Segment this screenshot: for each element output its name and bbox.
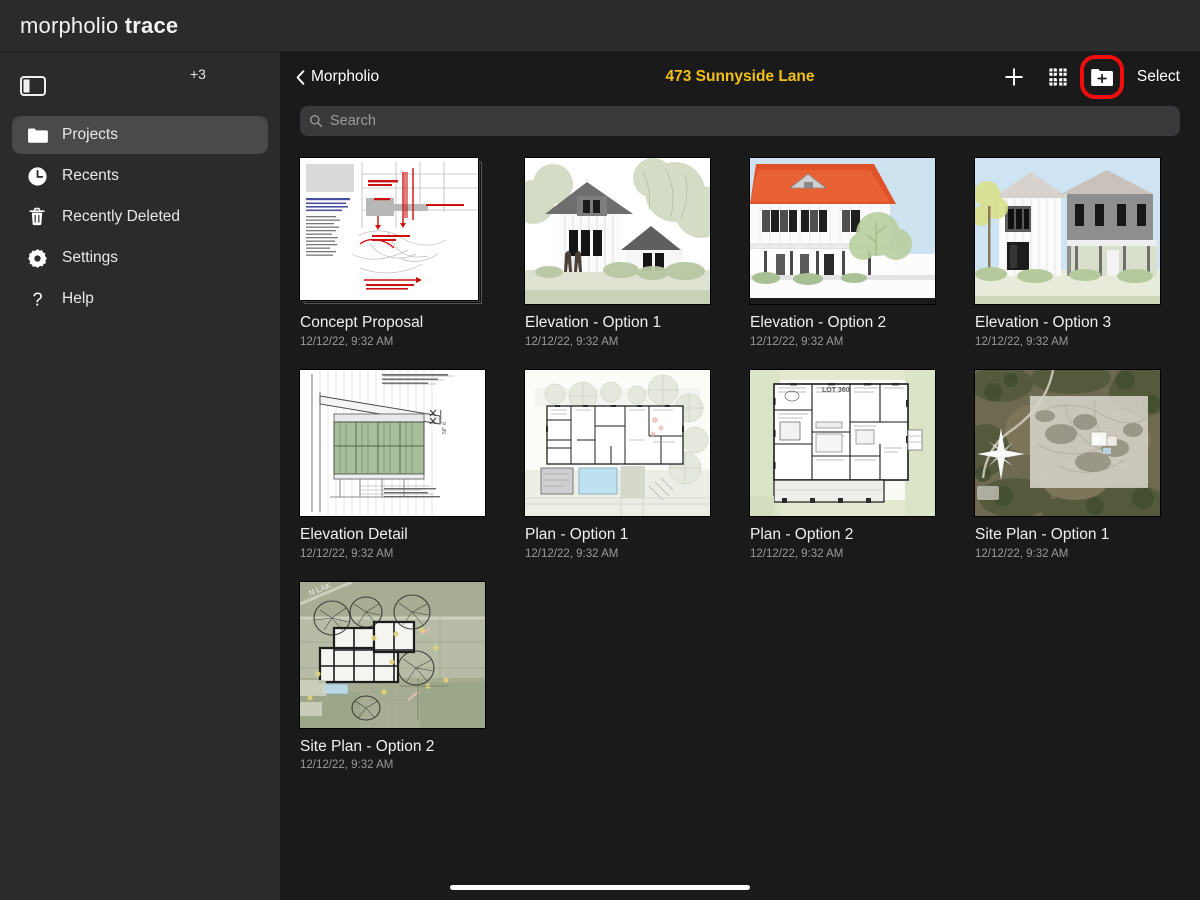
thumbnail-box: N LAK [300,582,485,728]
grid-item-date: 12/12/22, 9:32 AM [525,336,710,348]
toolbar-actions: Select [1001,64,1180,90]
thumbnail-box [525,370,710,516]
grid-item[interactable]: Site Plan - Option 1 12/12/22, 9:32 AM [975,370,1160,560]
grid-item-title: Concept Proposal [300,314,485,332]
new-folder-icon[interactable] [1089,64,1115,90]
sidebar-item-help[interactable]: ? Help [12,280,268,318]
sidebar-item-recently-deleted[interactable]: Recently Deleted [12,198,268,236]
grid-item[interactable]: N LAK [300,582,485,772]
grid-item-title: Site Plan - Option 2 [300,738,485,756]
grid-view-icon[interactable] [1045,64,1071,90]
svg-text:58" cl.: 58" cl. [442,420,448,434]
search-placeholder: Search [330,113,376,129]
grid-item[interactable]: +3 Concept Proposal 12/12/22, 9:32 AM [300,158,485,348]
search-row: Search [280,102,1200,136]
search-input[interactable]: Search [300,106,1180,136]
grid-item-title: Elevation - Option 1 [525,314,710,332]
svg-text:LOT 360: LOT 360 [822,387,850,394]
grid-item[interactable]: LOT 360 [750,370,935,560]
gear-icon [26,247,48,269]
grid-item-title: Elevation Detail [300,526,485,544]
thumbnail-site-plan-1 [975,370,1160,516]
project-grid: +3 Concept Proposal 12/12/22, 9:32 AM [300,158,1180,771]
sidebar-item-label: Help [62,291,94,307]
grid-item[interactable]: Elevation - Option 1 12/12/22, 9:32 AM [525,158,710,348]
grid-item[interactable]: Elevation - Option 3 12/12/22, 9:32 AM [975,158,1160,348]
grid-item-date: 12/12/22, 9:32 AM [525,548,710,560]
back-label: Morpholio [311,68,379,86]
sidebar-item-projects[interactable]: Projects [12,116,268,154]
grid-item-date: 12/12/22, 9:32 AM [300,336,485,348]
thumbnail-box [750,158,935,304]
grid-item-date: 12/12/22, 9:32 AM [975,336,1160,348]
sidebar-item-label: Recents [62,168,119,184]
sidebar-item-recents[interactable]: Recents [12,157,268,195]
thumbnail-box: LOT 360 [750,370,935,516]
sidebar-item-settings[interactable]: Settings [12,239,268,277]
grid-scroll-area[interactable]: +3 Concept Proposal 12/12/22, 9:32 AM [280,136,1200,900]
grid-item-title: Plan - Option 2 [750,526,935,544]
brand-light: morpholio [20,13,118,38]
thumbnail-box [300,158,485,304]
brand-bold: trace [125,13,179,38]
thumbnail-elevation-2 [750,158,935,304]
sidebar-item-label: Settings [62,250,118,266]
chevron-left-icon [296,70,305,85]
sidebar-item-label: Recently Deleted [62,209,180,225]
clock-icon [26,165,48,187]
grid-item-date: 12/12/22, 9:32 AM [300,548,485,560]
grid-item-date: 12/12/22, 9:32 AM [300,759,485,771]
grid-item[interactable]: Plan - Option 1 12/12/22, 9:32 AM [525,370,710,560]
thumbnail-box [525,158,710,304]
folder-icon [26,124,48,146]
question-icon: ? [26,288,48,310]
toolbar: Morpholio 473 Sunnyside Lane [280,52,1200,102]
thumbnail-box [975,158,1160,304]
select-button[interactable]: Select [1137,68,1180,86]
thumbnail-box [975,370,1160,516]
thumbnail-plan-2: LOT 360 [750,370,935,516]
app-window: morpholio trace [0,0,1200,900]
trash-icon [26,206,48,228]
thumbnail-plan-1 [525,370,710,516]
grid-item-title: Site Plan - Option 1 [975,526,1160,544]
grid-item-date: 12/12/22, 9:32 AM [750,548,935,560]
app-header: morpholio trace [0,0,1200,52]
main-content: Morpholio 473 Sunnyside Lane [280,52,1200,900]
sidebar-item-label: Projects [62,127,118,143]
grid-item-title: Plan - Option 1 [525,526,710,544]
thumbnail-elevation-detail: 58" cl. [300,370,485,516]
page-title-text: 473 Sunnyside Lane [665,68,814,85]
sidebar-toggle-wrap [0,62,280,110]
thumbnail-elevation-1 [525,158,710,304]
body-row: Projects Recents [0,52,1200,900]
home-indicator[interactable] [450,885,750,890]
sidebar: Projects Recents [0,52,280,900]
app-brand: morpholio trace [20,13,178,39]
grid-item-title: Elevation - Option 3 [975,314,1160,332]
svg-text:?: ? [32,289,42,309]
thumbnail-concept-proposal [300,158,478,300]
sidebar-nav-list: Projects Recents [0,110,280,318]
grid-item-title: Elevation - Option 2 [750,314,935,332]
sidebar-toggle-icon[interactable] [20,76,46,96]
grid-item[interactable]: 58" cl. Elevation Detail 12/12/22, 9:32 … [300,370,485,560]
thumbnail-box: 58" cl. [300,370,485,516]
back-to-morpholio-button[interactable]: Morpholio [296,68,379,86]
grid-item[interactable]: Elevation - Option 2 12/12/22, 9:32 AM [750,158,935,348]
grid-item-date: 12/12/22, 9:32 AM [975,548,1160,560]
plus-icon[interactable] [1001,64,1027,90]
thumbnail-site-plan-2: N LAK [300,582,485,728]
grid-item-date: 12/12/22, 9:32 AM [750,336,935,348]
thumbnail-elevation-3 [975,158,1160,304]
search-icon [309,114,323,128]
